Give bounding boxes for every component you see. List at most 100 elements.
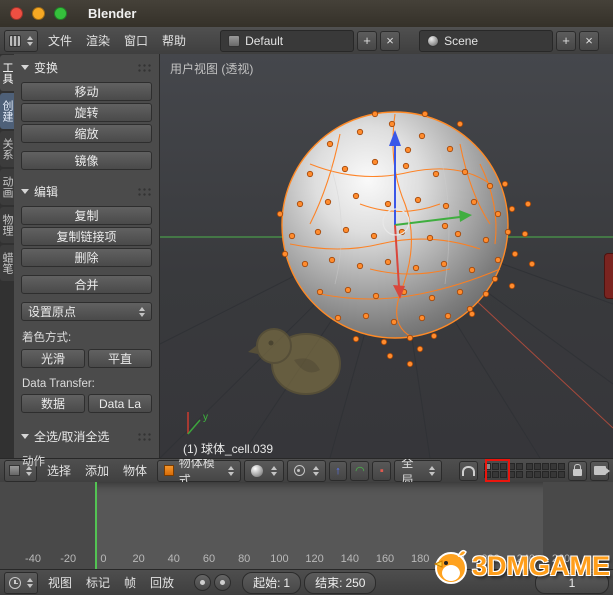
duplicate-button[interactable]: 复制 xyxy=(21,206,152,225)
menu-item[interactable]: 帧 xyxy=(117,570,143,595)
mirror-button[interactable]: 镜像 xyxy=(21,151,152,170)
toolshelf-tab[interactable]: 创建 xyxy=(0,93,14,129)
toolshelf-tab[interactable]: 蜡笔 xyxy=(0,245,14,281)
layer-cell[interactable] xyxy=(542,463,549,470)
translate-button[interactable]: 移动 xyxy=(21,82,152,101)
scale-button[interactable]: 缩放 xyxy=(21,124,152,143)
particle-dot xyxy=(345,287,350,292)
particle-dot xyxy=(457,289,462,294)
toolshelf-tab[interactable]: 工具 xyxy=(0,55,14,91)
minimize-window-button[interactable] xyxy=(32,7,45,20)
orientation-dropdown[interactable]: 全局 xyxy=(394,460,442,482)
panel-grip-icon[interactable] xyxy=(137,187,152,196)
layer-cell[interactable] xyxy=(516,471,523,478)
shading-dropdown[interactable] xyxy=(244,460,284,482)
particle-dot xyxy=(502,181,507,186)
scene-selector[interactable]: Scene xyxy=(419,30,553,52)
close-window-button[interactable] xyxy=(10,7,23,20)
lock-icon xyxy=(573,469,582,476)
ruler-label: 140 xyxy=(341,553,359,565)
menu-item[interactable]: 回放 xyxy=(143,570,181,595)
frame-start-field[interactable]: 起始: 1 xyxy=(242,572,301,594)
data-layout-button[interactable]: Data La xyxy=(88,394,152,413)
layer-cell[interactable] xyxy=(516,463,523,470)
manipulator-rotate-button[interactable]: ◠ xyxy=(350,461,369,481)
frame-end-field[interactable]: 结束: 250 xyxy=(304,572,376,594)
panel-edit[interactable]: 编辑 xyxy=(21,182,152,200)
data-button[interactable]: 数据 xyxy=(21,394,85,413)
layer-cell[interactable] xyxy=(558,471,565,478)
panel-edit-title: 编辑 xyxy=(34,183,58,200)
particle-dot xyxy=(433,171,438,176)
ruler-label: 100 xyxy=(270,553,288,565)
menu-item[interactable]: 文件 xyxy=(41,27,79,54)
right-edge-marker xyxy=(604,253,613,299)
lock-button[interactable] xyxy=(568,461,587,481)
join-button[interactable]: 合并 xyxy=(21,275,152,294)
opengl-render-button[interactable] xyxy=(590,461,609,481)
panel-grip-icon[interactable] xyxy=(137,63,152,72)
timeline-editor-type-button[interactable] xyxy=(4,572,38,594)
layer-cell[interactable] xyxy=(542,471,549,478)
maximize-window-button[interactable] xyxy=(54,7,67,20)
particle-dot xyxy=(483,237,488,242)
particle-dot xyxy=(487,183,492,188)
layer-cell[interactable] xyxy=(526,463,533,470)
duplicate-linked-button[interactable]: 复制链接项 xyxy=(21,227,152,246)
delete-button[interactable]: 删除 xyxy=(21,248,152,267)
particle-dot xyxy=(353,193,358,198)
particle-dot xyxy=(307,171,312,176)
pivot-center-icon xyxy=(294,465,305,476)
collapse-triangle-icon xyxy=(21,434,29,439)
panel-transform[interactable]: 变换 xyxy=(21,58,152,76)
delete-screen-layout-button[interactable]: × xyxy=(380,31,400,51)
window-title: Blender xyxy=(88,6,136,21)
add-screen-layout-button[interactable]: + xyxy=(357,31,377,51)
particle-dot xyxy=(317,289,322,294)
watermark-text: 3DMGAME xyxy=(472,551,610,582)
panel-select-all[interactable]: 全选/取消全选 xyxy=(21,427,152,445)
layer-cell[interactable] xyxy=(550,471,557,478)
menu-item[interactable]: 窗口 xyxy=(117,27,155,54)
screen-layout-selector[interactable]: Default xyxy=(220,30,354,52)
menu-item[interactable]: 帮助 xyxy=(155,27,193,54)
toolshelf-tab[interactable]: 关系 xyxy=(0,131,14,167)
playback-sync-button[interactable] xyxy=(194,574,211,591)
menu-item[interactable]: 视图 xyxy=(41,570,79,595)
info-editor-type-button[interactable] xyxy=(4,30,38,52)
chevron-updown-icon xyxy=(27,36,33,46)
chevron-updown-icon xyxy=(313,466,319,476)
menu-item[interactable]: 标记 xyxy=(79,570,117,595)
add-scene-button[interactable]: + xyxy=(556,31,576,51)
particle-dot xyxy=(391,319,396,324)
snap-toggle-button[interactable] xyxy=(459,461,478,481)
pivot-dropdown[interactable] xyxy=(287,460,326,482)
manipulator-translate-button[interactable]: ↑ xyxy=(329,461,348,481)
playback-record-button[interactable] xyxy=(214,574,231,591)
mode-dropdown[interactable]: 物体模式 xyxy=(157,460,241,482)
toolshelf-tab[interactable]: 动画 xyxy=(0,169,14,205)
manipulator-scale-button[interactable]: ▪ xyxy=(372,461,391,481)
shade-flat-button[interactable]: 平直 xyxy=(88,349,152,368)
ruler-label: 40 xyxy=(168,553,180,565)
menu-item[interactable]: 渲染 xyxy=(79,27,117,54)
magnet-icon xyxy=(462,466,475,476)
particle-dot xyxy=(403,163,408,168)
panel-grip-icon[interactable] xyxy=(137,432,152,441)
layer-cell[interactable] xyxy=(550,463,557,470)
frame-start-label: 起始: xyxy=(253,574,280,591)
layer-cell[interactable] xyxy=(558,463,565,470)
layer-grid-right[interactable] xyxy=(526,463,565,478)
layer-cell[interactable] xyxy=(526,471,533,478)
particle-dot xyxy=(277,211,282,216)
rotate-button[interactable]: 旋转 xyxy=(21,103,152,122)
layer-cell[interactable] xyxy=(534,471,541,478)
particle-dot xyxy=(431,333,436,338)
delete-scene-button[interactable]: × xyxy=(579,31,599,51)
info-menus: 文件渲染窗口帮助 xyxy=(41,27,193,54)
layer-cell[interactable] xyxy=(534,463,541,470)
panel-transform-title: 变换 xyxy=(34,59,58,76)
toolshelf-tab[interactable]: 物理 xyxy=(0,207,14,243)
shade-smooth-button[interactable]: 光滑 xyxy=(21,349,85,368)
set-origin-button[interactable]: 设置原点 xyxy=(21,302,152,321)
